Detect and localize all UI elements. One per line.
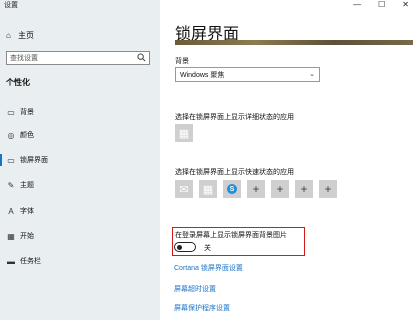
sidebar-item-label: 颜色	[20, 132, 34, 139]
brush-icon: ✎	[7, 180, 15, 190]
skype-icon: S	[227, 184, 237, 194]
background-dropdown-value: Windows 聚焦	[180, 71, 225, 79]
background-label: 背景	[175, 58, 189, 65]
sidebar-home-label: 主页	[18, 30, 34, 40]
signin-background-toggle[interactable]	[174, 242, 196, 252]
sidebar-item-label: 任务栏	[20, 258, 41, 265]
sidebar-item-label: 锁屏界面	[20, 157, 48, 164]
font-icon: A	[8, 206, 14, 216]
signin-background-label: 在登录屏幕上显示锁屏界面背景图片	[175, 232, 287, 239]
section-title: 个性化	[6, 78, 30, 87]
sidebar-item-start[interactable]: ▦ 开始	[0, 228, 160, 244]
sidebar-item-fonts[interactable]: A 字体	[0, 203, 160, 219]
maximize-button[interactable]: ☐	[378, 0, 385, 9]
add-app-button[interactable]: +	[271, 180, 289, 198]
window-title: 设置	[4, 2, 18, 9]
screen-timeout-link[interactable]: 屏幕超时设置	[174, 284, 216, 294]
main-panel: — ☐ ✕ 锁屏界面 背景 Windows 聚焦 ⌄ 选择在锁屏界面上显示详细状…	[160, 0, 413, 320]
calendar-icon: ▦	[202, 183, 214, 196]
chevron-down-icon: ⌄	[309, 71, 315, 78]
calendar-app-tile[interactable]: ▦	[199, 180, 217, 198]
add-app-button[interactable]: +	[295, 180, 313, 198]
sidebar-item-label: 背景	[20, 109, 34, 116]
search-placeholder: 查找设置	[10, 55, 38, 62]
add-app-button[interactable]: +	[247, 180, 265, 198]
plus-icon: +	[252, 182, 260, 196]
palette-icon: ◎	[7, 130, 15, 140]
close-button[interactable]: ✕	[402, 0, 409, 9]
taskbar-icon: ▬	[7, 256, 15, 266]
add-app-button[interactable]: +	[319, 180, 337, 198]
cortana-settings-link[interactable]: Cortana 锁屏界面设置	[174, 263, 243, 273]
detailed-status-label: 选择在锁屏界面上显示详细状态的应用	[175, 114, 294, 121]
plus-icon: +	[276, 182, 284, 196]
mail-app-tile[interactable]: ✉	[175, 180, 193, 198]
mail-icon: ✉	[179, 183, 189, 196]
screensaver-link[interactable]: 屏幕保护程序设置	[174, 303, 230, 313]
search-input[interactable]: 查找设置	[6, 51, 150, 65]
window-controls: — ☐ ✕	[353, 0, 409, 9]
calendar-icon: ▦	[178, 127, 190, 140]
sidebar-item-lockscreen[interactable]: ▭ 锁屏界面	[0, 152, 160, 168]
sidebar-item-label: 主题	[20, 182, 34, 189]
home-icon: ⌂	[6, 30, 11, 40]
monitor-icon: ▭	[7, 155, 15, 165]
toggle-state-label: 关	[204, 245, 211, 252]
sidebar-item-label: 开始	[20, 233, 34, 240]
lockscreen-preview	[175, 40, 413, 45]
background-dropdown[interactable]: Windows 聚焦 ⌄	[175, 67, 320, 82]
sidebar-item-background[interactable]: ▭ 背景	[0, 104, 160, 120]
skype-app-tile[interactable]: S	[223, 180, 241, 198]
sidebar-item-taskbar[interactable]: ▬ 任务栏	[0, 253, 160, 269]
sidebar-item-label: 字体	[20, 208, 34, 215]
plus-icon: +	[300, 182, 308, 196]
start-icon: ▦	[7, 231, 15, 241]
sidebar-item-themes[interactable]: ✎ 主题	[0, 177, 160, 193]
minimize-button[interactable]: —	[353, 0, 361, 9]
calendar-app-tile[interactable]: ▦	[175, 124, 193, 142]
search-icon	[137, 53, 146, 64]
sidebar: 设置 ⌂ 主页 查找设置 个性化 ▭ 背景 ◎ 颜色 ▭ 锁屏界面 ✎ 主题 A…	[0, 0, 160, 320]
image-icon: ▭	[7, 107, 15, 117]
plus-icon: +	[324, 182, 332, 196]
sidebar-item-colors[interactable]: ◎ 颜色	[0, 127, 160, 143]
quick-status-label: 选择在锁屏界面上显示快速状态的应用	[175, 169, 294, 176]
sidebar-home[interactable]: ⌂ 主页	[6, 28, 34, 42]
toggle-knob	[177, 244, 182, 250]
